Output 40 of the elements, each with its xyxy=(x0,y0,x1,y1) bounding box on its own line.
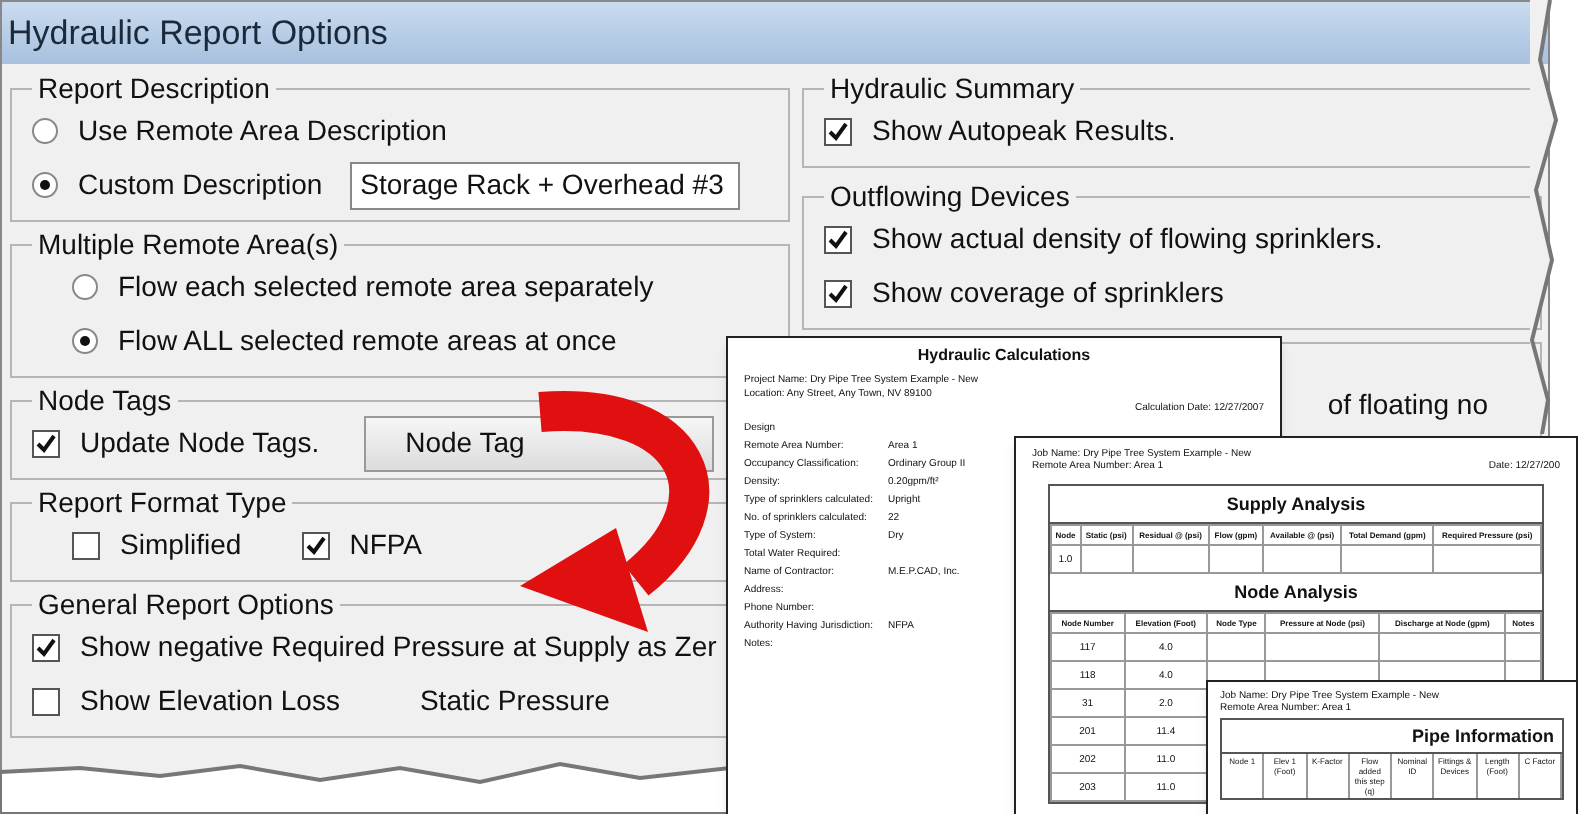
group-title: Outflowing Devices xyxy=(828,180,1072,212)
checkbox[interactable] xyxy=(32,633,60,661)
option-label: Flow ALL selected remote areas at once xyxy=(118,322,617,360)
option-label: Update Node Tags. xyxy=(80,424,320,462)
description-field[interactable]: Storage Rack + Overhead #3 xyxy=(350,161,741,209)
report-title: Hydraulic Calculations xyxy=(915,346,1093,366)
group-title: Report Format Type xyxy=(36,486,289,518)
checkbox[interactable] xyxy=(824,279,852,307)
checkbox[interactable] xyxy=(32,429,60,457)
checkbox[interactable] xyxy=(72,531,100,559)
option-label: Show actual density of flowing sprinklers. xyxy=(872,220,1383,258)
radio-button[interactable] xyxy=(32,172,58,198)
curved-arrow-icon xyxy=(520,391,709,632)
option-label: Simplified xyxy=(120,526,242,564)
group-title: Hydraulic Summary xyxy=(828,72,1077,104)
window-title: Hydraulic Report Options xyxy=(8,11,388,56)
option-label: Show Autopeak Results. xyxy=(872,112,1176,150)
checkbox[interactable] xyxy=(301,531,330,559)
radio-button[interactable] xyxy=(72,274,98,300)
option-label: Flow each selected remote area separately xyxy=(118,268,654,306)
table-title: Pipe Information xyxy=(1222,720,1562,754)
checkbox[interactable] xyxy=(32,687,60,715)
option-label: Show negative Required Pressure at Supply as Zer xyxy=(80,628,717,666)
option-label: Use Remote Area Description xyxy=(78,112,447,150)
table-title: Supply Analysis xyxy=(1050,486,1542,524)
option-label: NFPA xyxy=(349,526,423,564)
checkbox[interactable] xyxy=(824,225,852,253)
group-title: Multiple Remote Area(s) xyxy=(36,228,341,260)
group-title: Report Description xyxy=(36,72,272,104)
table-title: Node Analysis xyxy=(1050,574,1542,612)
option-label: Show Elevation Loss xyxy=(80,682,340,720)
option-label: Show coverage of sprinklers xyxy=(872,274,1224,312)
radio-button[interactable] xyxy=(32,118,58,144)
checkbox[interactable] xyxy=(824,117,852,145)
option-label: of floating no xyxy=(1327,386,1488,424)
option-label: Static Pressure xyxy=(419,682,610,720)
group-title: Node Tags xyxy=(36,384,174,416)
option-label: Custom Description xyxy=(78,166,323,204)
radio-button[interactable] xyxy=(72,328,98,354)
group-title: General Report Options xyxy=(36,588,336,620)
